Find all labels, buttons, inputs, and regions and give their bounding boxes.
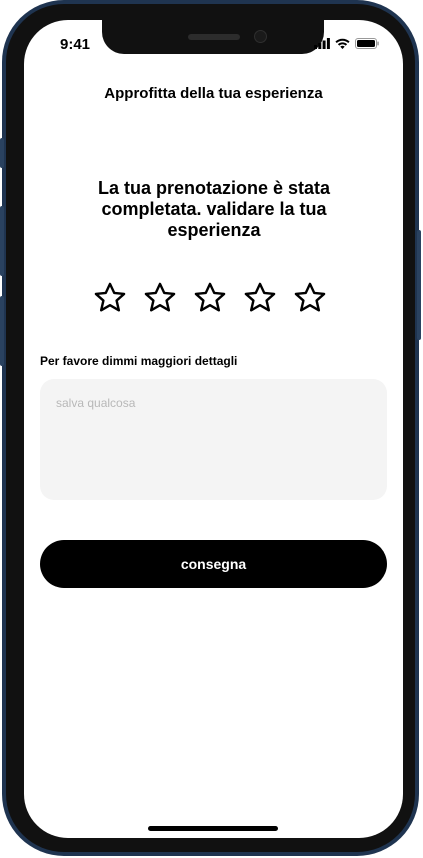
details-textarea[interactable] [40, 379, 387, 500]
star-3-icon[interactable] [192, 280, 228, 316]
confirmation-headline: La tua prenotazione è stata completata. … [97, 178, 331, 240]
speaker-grille [188, 34, 240, 40]
star-4-icon[interactable] [242, 280, 278, 316]
notch [102, 20, 324, 54]
home-indicator [148, 826, 278, 831]
star-rating[interactable] [92, 280, 328, 316]
volume-down-button [0, 296, 4, 366]
battery-icon [355, 38, 379, 49]
volume-up-button [0, 206, 4, 276]
star-2-icon[interactable] [142, 280, 178, 316]
submit-button[interactable]: consegna [40, 540, 387, 588]
star-1-icon[interactable] [92, 280, 128, 316]
star-5-icon[interactable] [292, 280, 328, 316]
page-title: Approfitta della tua esperienza [104, 85, 323, 102]
signal-icon [314, 38, 330, 49]
front-camera [254, 30, 267, 43]
silent-switch [0, 138, 4, 168]
details-label: Per favore dimmi maggiori dettagli [40, 354, 238, 368]
status-icons [314, 38, 379, 49]
wifi-icon [335, 38, 350, 49]
status-time: 9:41 [60, 36, 91, 53]
power-button [417, 230, 421, 340]
app-screen: 9:41 Approfitta della tua esperienza La … [24, 20, 403, 838]
